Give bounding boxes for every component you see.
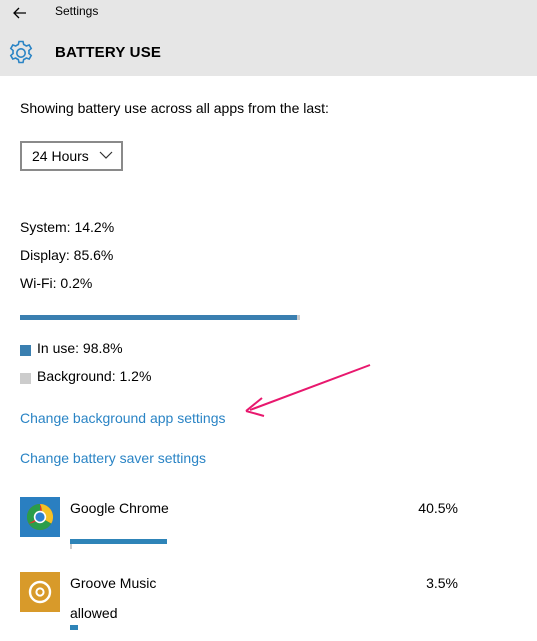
app-status: allowed xyxy=(70,605,118,621)
gear-icon xyxy=(9,40,33,64)
change-background-app-settings-link[interactable]: Change background app settings xyxy=(20,410,225,426)
window-title: Settings xyxy=(55,4,99,18)
system-usage: System: 14.2% xyxy=(20,219,115,235)
chevron-down-icon xyxy=(99,151,113,159)
annotation-arrow xyxy=(245,364,371,417)
usage-bar xyxy=(20,315,300,320)
intro-text: Showing battery use across all apps from… xyxy=(20,100,329,116)
usage-bar-fill xyxy=(20,315,297,320)
groove-music-icon xyxy=(20,572,60,612)
back-arrow-icon xyxy=(13,7,26,19)
header-bar: Settings BATTERY USE xyxy=(0,0,537,76)
wifi-usage: Wi-Fi: 0.2% xyxy=(20,275,93,291)
app-usage-bar-fill xyxy=(70,625,78,630)
display-usage: Display: 85.6% xyxy=(20,247,114,263)
app-usage-bar-track xyxy=(70,544,72,549)
app-name: Google Chrome xyxy=(70,500,169,516)
change-battery-saver-settings-link[interactable]: Change battery saver settings xyxy=(20,450,206,466)
chrome-icon xyxy=(20,497,60,537)
background-swatch xyxy=(20,373,31,384)
in-use-legend: In use: 98.8% xyxy=(37,340,123,356)
page-title: BATTERY USE xyxy=(55,44,162,61)
app-percent: 40.5% xyxy=(418,500,458,516)
app-name: Groove Music xyxy=(70,575,157,591)
app-percent: 3.5% xyxy=(426,575,458,591)
in-use-swatch xyxy=(20,345,31,356)
back-button[interactable] xyxy=(0,0,40,26)
time-period-value: 24 Hours xyxy=(32,148,89,164)
time-period-dropdown[interactable]: 24 Hours xyxy=(20,141,123,171)
background-legend: Background: 1.2% xyxy=(37,368,152,384)
app-usage-bar-fill xyxy=(70,539,167,544)
